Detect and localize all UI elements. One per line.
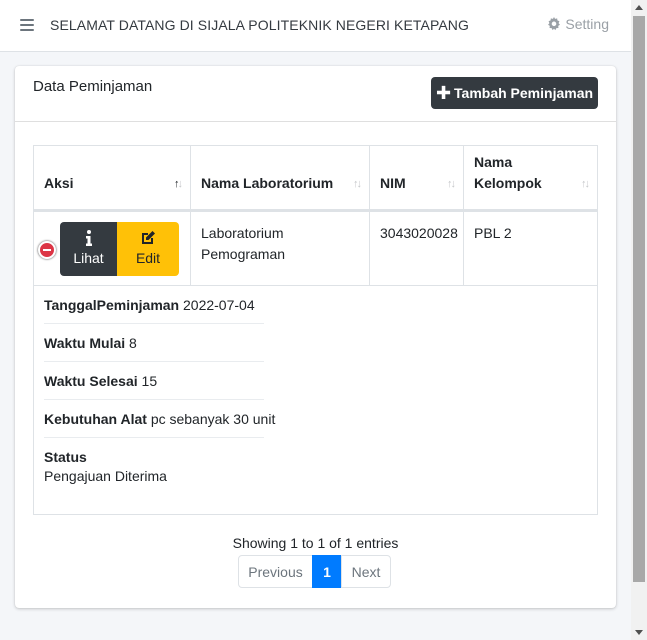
peminjaman-card: Data Peminjaman ✚ Tambah Peminjaman Aksi…: [15, 66, 616, 608]
info-icon: [85, 230, 92, 246]
page-1-button[interactable]: 1: [312, 555, 342, 588]
lihat-label: Lihat: [73, 250, 104, 266]
detail-tanggal-peminjaman: TanggalPeminjaman 2022-07-04: [44, 294, 264, 324]
detail-value: 2022-07-04: [183, 297, 255, 313]
column-label-nim: NIM: [380, 175, 406, 191]
navbar-title: SELAMAT DATANG DI SIJALA POLITEKNIK NEGE…: [50, 17, 469, 33]
detail-label: Status: [44, 449, 87, 465]
tambah-peminjaman-label: Tambah Peminjaman: [454, 85, 594, 101]
collapse-row-icon[interactable]: [38, 241, 56, 259]
column-label-nama-laboratorium: Nama Laboratorium: [201, 175, 334, 191]
card-title: Data Peminjaman: [33, 78, 153, 95]
detail-value: pc sebanyak 30 unit: [150, 411, 276, 427]
vertical-scrollbar[interactable]: [631, 0, 647, 640]
nim-cell: 3043020028: [370, 212, 464, 285]
detail-value: Pengajuan Diterima: [44, 468, 167, 484]
nama-laboratorium-cell: Laboratorium Pemograman: [191, 212, 370, 285]
detail-value: 15: [141, 373, 158, 389]
setting-label: Setting: [565, 16, 609, 32]
lihat-button[interactable]: Lihat: [60, 222, 117, 276]
tambah-peminjaman-button[interactable]: ✚ Tambah Peminjaman: [431, 77, 598, 109]
previous-page-button[interactable]: Previous: [238, 555, 313, 588]
nama-kelompok-cell: PBL 2: [464, 212, 597, 285]
sort-asc-icon: ↑↓: [174, 178, 183, 190]
sort-icon: ↑↓: [581, 178, 590, 190]
gear-icon: [548, 17, 561, 31]
nim-value: 3043020028: [380, 225, 458, 241]
setting-link[interactable]: Setting: [547, 16, 609, 32]
column-header-nama-laboratorium[interactable]: Nama Laboratorium ↑↓: [191, 146, 370, 209]
hamburger-menu-icon[interactable]: [20, 19, 34, 31]
next-page-button[interactable]: Next: [341, 555, 391, 588]
detail-status: Status Pengajuan Diterima: [44, 446, 264, 494]
detail-label: Kebutuhan Alat: [44, 411, 147, 427]
edit-icon: [142, 231, 155, 244]
edit-button[interactable]: Edit: [117, 222, 179, 276]
pagination: Previous 1 Next: [238, 555, 391, 588]
peminjaman-table: Aksi ↑↓ Nama Laboratorium ↑↓ NIM ↑↓ Nama…: [33, 145, 598, 515]
row-details: TanggalPeminjaman 2022-07-04 Waktu Mulai…: [44, 294, 275, 502]
scroll-up-arrow-icon[interactable]: [635, 5, 643, 10]
scroll-thumb[interactable]: [633, 16, 645, 582]
detail-label: Waktu Selesai: [44, 373, 138, 389]
column-label-nama-kelompok: Nama Kelompok: [474, 154, 542, 191]
column-label-aksi: Aksi: [44, 175, 74, 191]
detail-value: 8: [129, 335, 137, 351]
table-info: Showing 1 to 1 of 1 entries: [232, 535, 399, 551]
aksi-cell: Lihat Edit: [34, 212, 191, 285]
top-navbar: SELAMAT DATANG DI SIJALA POLITEKNIK NEGE…: [0, 0, 631, 52]
table-row: Lihat Edit Laboratorium Pemograman 30430…: [34, 212, 597, 286]
nama-laboratorium-value: Laboratorium Pemograman: [201, 225, 286, 262]
detail-waktu-selesai: Waktu Selesai 15: [44, 370, 264, 400]
nama-kelompok-value: PBL 2: [474, 225, 512, 241]
column-header-nim[interactable]: NIM ↑↓: [370, 146, 464, 209]
scroll-down-arrow-icon[interactable]: [635, 630, 643, 635]
sort-icon: ↑↓: [447, 178, 456, 190]
detail-waktu-mulai: Waktu Mulai 8: [44, 332, 264, 362]
detail-kebutuhan-alat: Kebutuhan Alat pc sebanyak 30 unit: [44, 408, 275, 438]
sort-icon: ↑↓: [353, 178, 362, 190]
column-header-nama-kelompok[interactable]: Nama Kelompok ↑↓: [464, 146, 597, 209]
column-header-aksi[interactable]: Aksi ↑↓: [34, 146, 191, 209]
card-header: Data Peminjaman ✚ Tambah Peminjaman: [15, 66, 616, 122]
detail-label: TanggalPeminjaman: [44, 297, 180, 313]
edit-label: Edit: [135, 250, 161, 266]
detail-label: Waktu Mulai: [44, 335, 126, 351]
plus-icon: ✚: [435, 83, 452, 103]
